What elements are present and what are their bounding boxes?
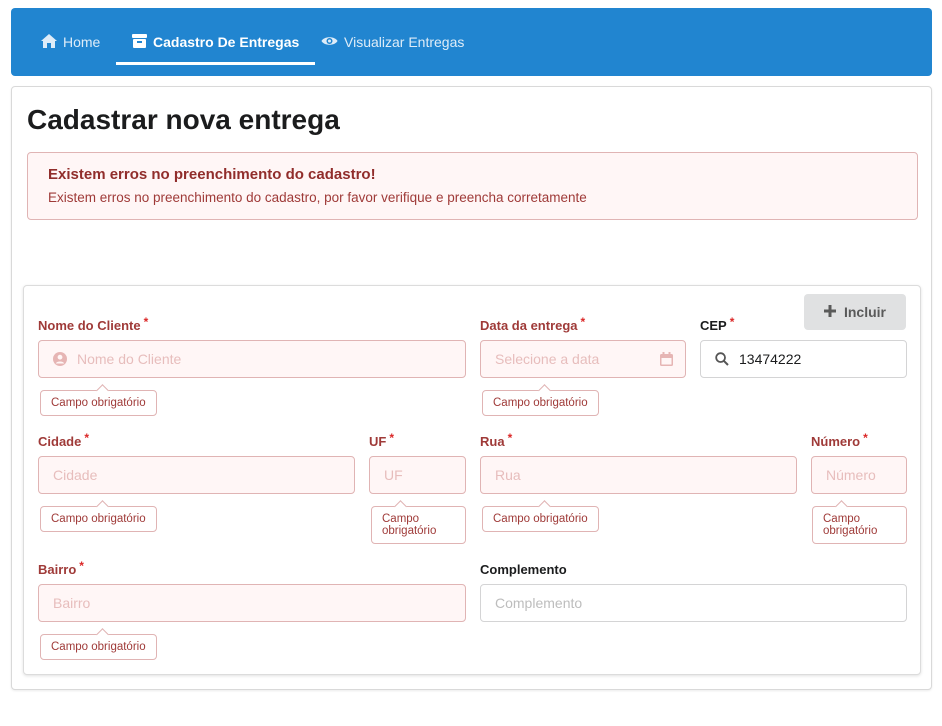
required-mark: * [580,315,586,329]
home-icon [41,33,63,51]
error-message: Existem erros no preenchimento do cadast… [27,152,918,220]
numero-placeholder: Número [826,467,876,483]
uf-placeholder: UF [384,467,403,483]
error-text: Existem erros no preenchimento do cadast… [48,190,587,205]
complemento-label: Complemento [480,562,567,577]
cidade-input[interactable]: Cidade [38,456,355,494]
nav-home[interactable]: Home [41,8,100,76]
bairro-label: Bairro * [38,559,84,577]
complemento-placeholder: Complemento [495,595,583,611]
uf-input[interactable]: UF [369,456,466,494]
data-error-tip: Campo obrigatório [482,390,599,416]
required-mark: * [507,431,513,445]
required-mark: * [729,315,735,329]
user-icon [53,352,67,366]
cidade-label: Cidade * [38,431,90,449]
cep-input[interactable]: 13474222 [700,340,907,378]
cidade-error-tip: Campo obrigatório [40,506,157,532]
cidade-placeholder: Cidade [53,467,98,483]
nome-label: Nome do Cliente * [38,315,149,333]
bairro-error-tip: Campo obrigatório [40,634,157,660]
incluir-button[interactable]: Incluir [804,294,906,330]
top-nav: Home Cadastro De Entregas Visualizar Ent… [11,8,932,76]
data-placeholder: Selecione a data [495,351,600,367]
required-mark: * [863,431,868,445]
eye-icon [321,34,344,50]
nav-cadastro[interactable]: Cadastro De Entregas [116,8,316,76]
nav-home-label: Home [63,34,101,50]
calendar-icon [660,352,673,366]
nome-input[interactable]: Nome do Cliente [38,340,466,378]
uf-label-text: UF [369,434,387,449]
cep-value: 13474222 [739,351,802,367]
nome-error-tip: Campo obrigatório [40,390,157,416]
rua-placeholder: Rua [495,467,521,483]
numero-label-text: Número [811,434,861,449]
bairro-label-text: Bairro [38,562,77,577]
complemento-input[interactable]: Complemento [480,584,907,622]
error-header: Existem erros no preenchimento do cadast… [48,166,376,183]
rua-input[interactable]: Rua [480,456,797,494]
rua-label-text: Rua [480,434,505,449]
required-mark: * [389,431,395,445]
rua-error-tip: Campo obrigatório [482,506,599,532]
rua-label: Rua * [480,431,513,449]
plus-icon [823,304,844,320]
required-mark: * [143,315,149,329]
numero-error-tip: Campo obrigatório [812,506,907,544]
data-input[interactable]: Selecione a data [480,340,686,378]
delivery-form: Incluir Nome do Cliente * Nome do Cliente… [23,285,921,675]
numero-input[interactable]: Número [811,456,907,494]
nome-label-text: Nome do Cliente [38,318,141,333]
page-title: Cadastrar nova entrega [27,104,340,135]
nav-cadastro-label: Cadastro De Entregas [153,34,300,50]
uf-label: UF * [369,431,395,449]
cep-label-text: CEP [700,318,727,333]
required-mark: * [79,559,84,573]
incluir-label: Incluir [843,304,886,320]
page-card: Cadastrar nova entrega Existem erros no … [11,86,932,690]
box-icon [132,33,153,51]
data-label: Data da entrega * [480,315,586,333]
nav-visualizar[interactable]: Visualizar Entregas [321,8,464,76]
bairro-placeholder: Bairro [53,595,91,611]
nome-placeholder: Nome do Cliente [77,351,182,367]
numero-label: Número * [811,431,868,449]
uf-error-tip: Campo obrigatório [371,506,466,544]
data-label-text: Data da entrega [480,318,578,333]
cidade-label-text: Cidade [38,434,82,449]
required-mark: * [84,431,90,445]
cep-label: CEP * [700,315,735,333]
bairro-input[interactable]: Bairro [38,584,466,622]
nav-visualizar-label: Visualizar Entregas [344,34,465,50]
search-icon [715,352,729,366]
